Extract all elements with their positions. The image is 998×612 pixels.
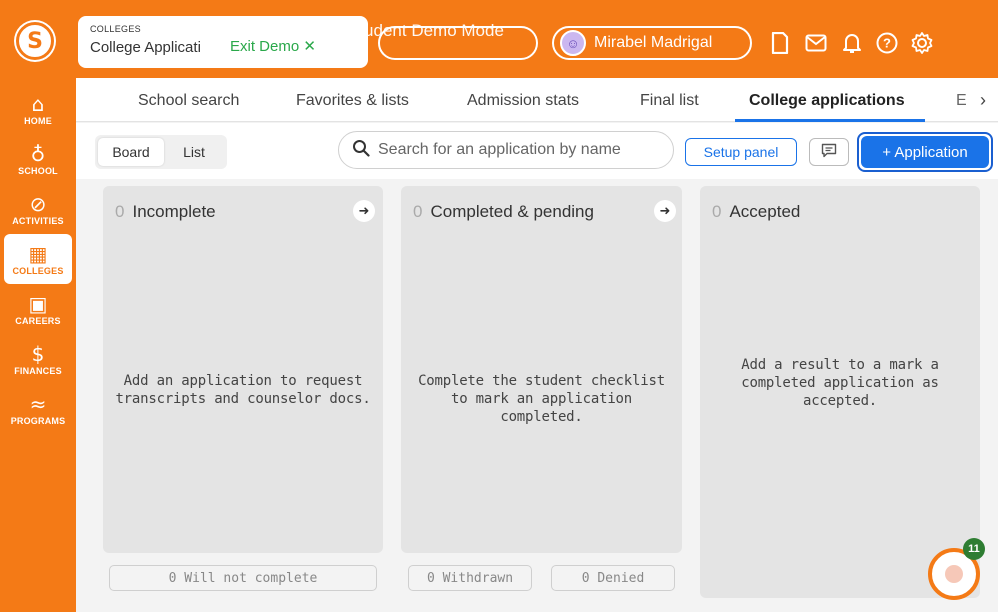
logo-letter: S (27, 28, 43, 54)
will-not-complete-button[interactable]: 0 Will not complete (109, 565, 377, 591)
sidebar-item-label: ACTIVITIES (12, 215, 64, 226)
move-right-arrow-icon[interactable]: ➜ (654, 200, 676, 222)
sidebar-item-careers[interactable]: ▣ CAREERS (4, 284, 72, 334)
student-profile-pill[interactable]: ☺ Mirabel Madrigal (552, 26, 752, 60)
exit-demo-button[interactable]: Exit Demo ✕ (230, 37, 316, 55)
gear-icon[interactable] (909, 30, 935, 56)
tab-admission-stats[interactable]: Admission stats (467, 92, 579, 110)
chat-notification-badge: 11 (963, 538, 985, 560)
withdrawn-button[interactable]: 0 Withdrawn (408, 565, 532, 591)
board-column-completed-pending: 0 Completed & pending ➜ Complete the stud… (401, 186, 682, 553)
column-header: 0 Accepted (712, 202, 800, 222)
column-title: Incomplete (132, 202, 216, 221)
page-title-card: COLLEGES College Applicati Exit Demo ✕ (78, 16, 368, 68)
activities-icon: ⊘ (29, 191, 47, 216)
sidebar-item-label: HOME (24, 115, 52, 126)
sidebar-item-label: PROGRAMS (10, 415, 66, 426)
colleges-icon: ▦ (28, 241, 48, 266)
tab-final-list[interactable]: Final list (640, 92, 699, 110)
student-mode-label: Student Demo Mode (348, 21, 504, 40)
tab-favorites-lists[interactable]: Favorites & lists (296, 92, 409, 110)
list-view-button[interactable]: List (165, 138, 223, 166)
sidebar-item-activities[interactable]: ⊘ ACTIVITIES (4, 184, 72, 234)
bell-icon[interactable] (839, 30, 865, 56)
board-column-incomplete: 0 Incomplete ➜ Add an application to requ… (103, 186, 383, 553)
add-application-button[interactable]: + Application (861, 136, 989, 168)
tabs-next-arrow[interactable]: › (980, 90, 986, 111)
search-icon (352, 139, 370, 162)
active-tab-indicator (735, 119, 925, 122)
student-avatar: ☺ (560, 30, 586, 56)
column-title: Completed & pending (430, 202, 594, 221)
move-right-arrow-icon[interactable]: ➜ (353, 200, 375, 222)
tab-overflow[interactable]: E (956, 92, 967, 110)
denied-button[interactable]: 0 Denied (551, 565, 675, 591)
document-icon[interactable] (767, 30, 793, 56)
column-count: 0 (115, 202, 125, 221)
search-box (338, 131, 674, 169)
section-label: COLLEGES (90, 24, 141, 34)
tab-college-applications[interactable]: College applications (749, 92, 905, 110)
sidebar-item-label: CAREERS (15, 315, 61, 326)
column-title: Accepted (729, 202, 801, 221)
tab-bar: School search Favorites & lists Admissio… (76, 78, 998, 122)
app-logo[interactable]: S (16, 22, 54, 60)
comment-button[interactable] (809, 138, 849, 166)
column-count: 0 (413, 202, 423, 221)
programs-icon: ≈ (29, 391, 47, 416)
sidebar-item-label: SCHOOL (18, 165, 58, 176)
student-name: Mirabel Madrigal (594, 34, 713, 51)
page-title: College Applicati (90, 39, 201, 56)
column-count: 0 (712, 202, 722, 221)
setup-panel-button[interactable]: Setup panel (685, 138, 797, 166)
sidebar-item-finances[interactable]: $ FINANCES (4, 334, 72, 384)
column-header: 0 Completed & pending (413, 202, 594, 222)
column-empty-message: Add an application to request transcript… (115, 373, 371, 407)
help-icon[interactable]: ? (874, 30, 900, 56)
mail-icon[interactable] (803, 30, 829, 56)
search-input[interactable] (378, 141, 668, 159)
column-header: 0 Incomplete (115, 202, 216, 222)
sidebar-item-programs[interactable]: ≈ PROGRAMS (4, 384, 72, 434)
sidebar-item-colleges[interactable]: ▦ COLLEGES (4, 234, 72, 284)
school-icon: ♁ (30, 141, 46, 166)
top-header: S COLLEGES College Applicati Exit Demo ✕… (0, 0, 998, 78)
sidebar-item-label: COLLEGES (12, 265, 64, 276)
money-bag-icon: $ (31, 341, 45, 366)
tab-school-search[interactable]: School search (138, 92, 239, 110)
sidebar-item-home[interactable]: ⌂ HOME (4, 84, 72, 134)
sidebar: ⌂ HOME ♁ SCHOOL ⊘ ACTIVITIES ▦ COLLEGES … (0, 78, 76, 612)
column-empty-message: Add a result to a mark a completed appli… (741, 357, 939, 409)
chat-icon (945, 565, 963, 583)
board-column-accepted: 0 Accepted Add a result to a mark a compl… (700, 186, 980, 598)
view-toggle: Board List (95, 135, 227, 169)
board-view-button[interactable]: Board (98, 138, 164, 166)
home-icon: ⌂ (31, 91, 45, 116)
sidebar-item-school[interactable]: ♁ SCHOOL (4, 134, 72, 184)
toolbar: Board List Setup panel + Application (76, 123, 998, 179)
sidebar-item-label: FINANCES (14, 365, 62, 376)
briefcase-icon: ▣ (28, 291, 48, 316)
main-content: School search Favorites & lists Admissio… (76, 78, 998, 612)
comment-icon (821, 143, 837, 161)
column-empty-message: Complete the student checklist to mark a… (418, 373, 665, 425)
svg-text:?: ? (883, 36, 891, 51)
